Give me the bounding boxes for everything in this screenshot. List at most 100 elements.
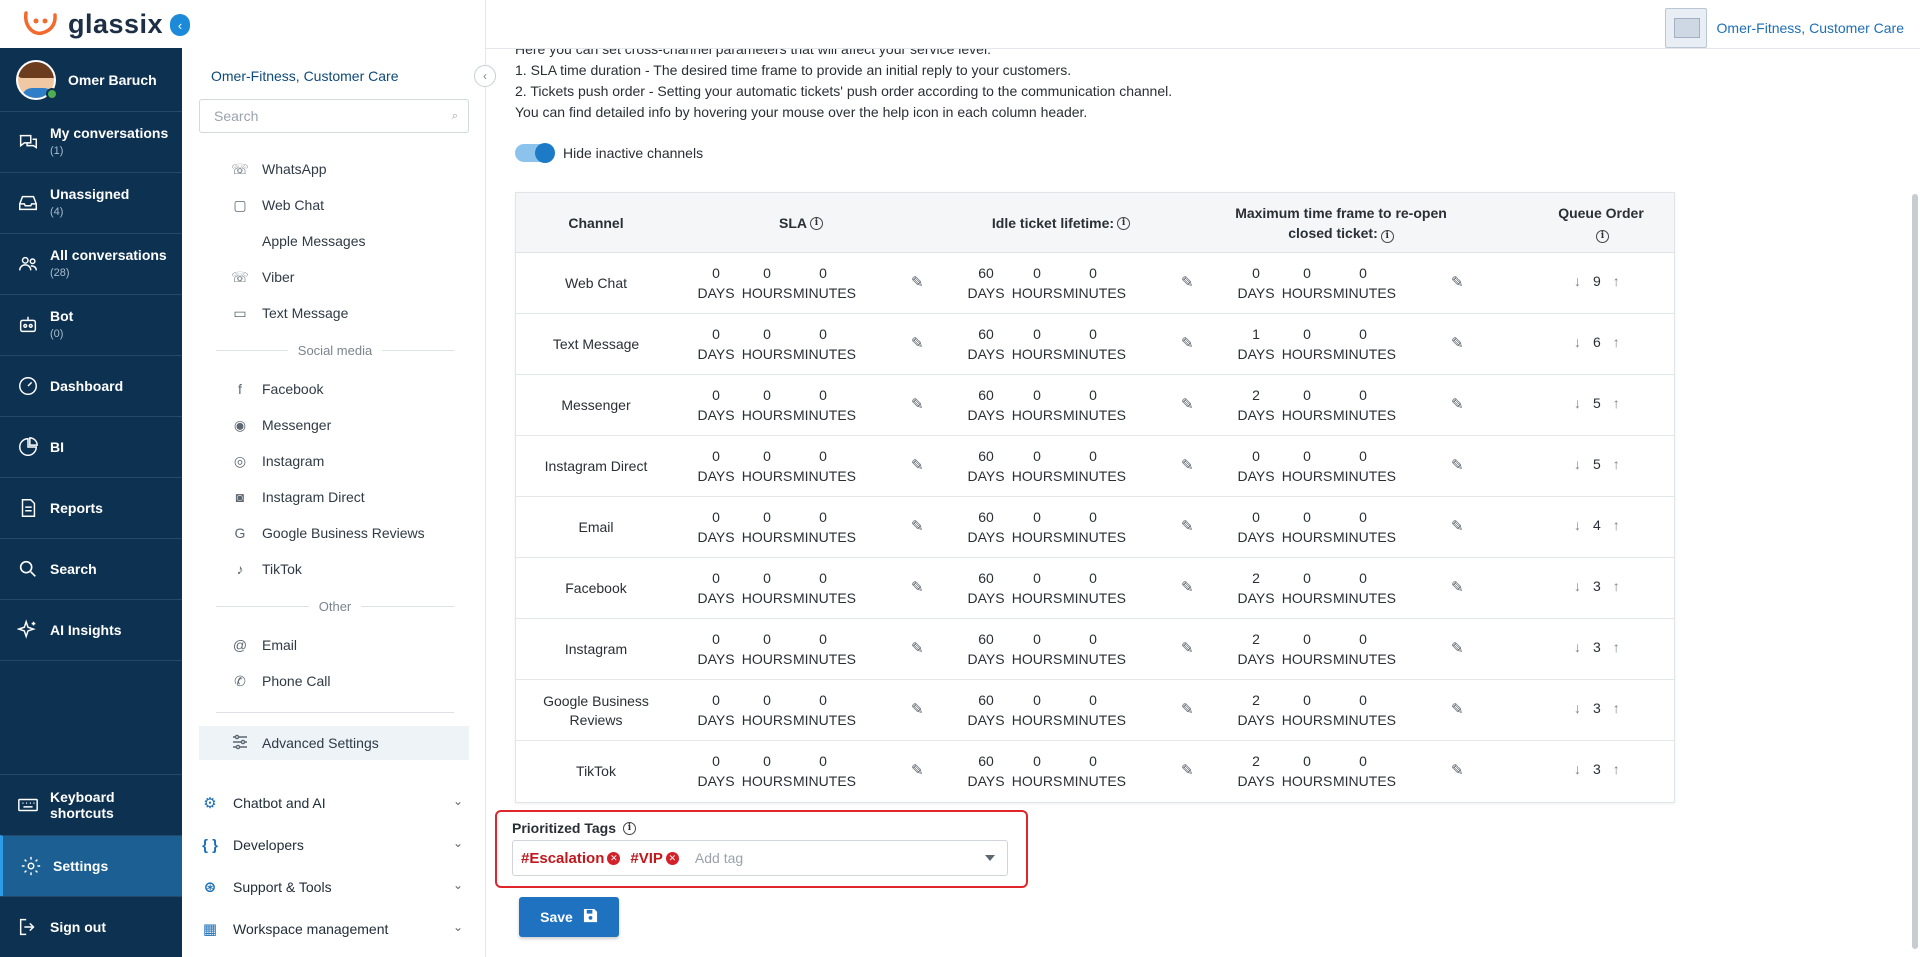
help-info-icon[interactable]: i: [1117, 216, 1131, 230]
edit-pencil-icon[interactable]: ✎: [911, 458, 927, 474]
menu-group-support-tools[interactable]: ⊛ Support & Tools ⌄: [199, 872, 469, 902]
help-info-icon[interactable]: i: [622, 821, 636, 835]
arrow-down-icon[interactable]: ↓: [1574, 761, 1581, 777]
rail-item-ai-insights[interactable]: AI Insights: [0, 600, 182, 661]
edit-pencil-icon[interactable]: ✎: [911, 336, 927, 352]
edit-pencil-icon[interactable]: ✎: [1451, 336, 1467, 352]
menu-channel-apple-messages[interactable]: Apple Messages: [232, 231, 366, 251]
edit-pencil-icon[interactable]: ✎: [1451, 397, 1467, 413]
rail-collapse-button[interactable]: ‹: [170, 14, 190, 36]
menu-channel-whatsapp[interactable]: ☏ WhatsApp: [231, 159, 326, 179]
arrow-up-icon[interactable]: ↑: [1613, 456, 1620, 472]
arrow-down-icon[interactable]: ↓: [1574, 334, 1581, 350]
menu-search-input[interactable]: Search ⌕: [199, 99, 469, 133]
edit-pencil-icon[interactable]: ✎: [1451, 519, 1467, 535]
edit-pencil-icon[interactable]: ✎: [911, 763, 927, 779]
menu-channel-messenger[interactable]: ◉ Messenger: [232, 415, 331, 435]
menu-channel-instagram[interactable]: ◎ Instagram: [232, 451, 324, 471]
rail-item-unassigned[interactable]: Unassigned (4): [0, 173, 182, 234]
arrow-up-icon[interactable]: ↑: [1613, 334, 1620, 350]
arrow-down-icon[interactable]: ↓: [1574, 273, 1581, 289]
arrow-up-icon[interactable]: ↑: [1613, 273, 1620, 289]
menu-channel-email[interactable]: @ Email: [232, 635, 297, 655]
menu-collapse-button[interactable]: ‹: [474, 65, 496, 87]
edit-pencil-icon[interactable]: ✎: [1451, 275, 1467, 291]
menu-group-chatbot-and-ai[interactable]: ⚙ Chatbot and AI ⌄: [199, 788, 469, 818]
arrow-up-icon[interactable]: ↑: [1613, 517, 1620, 533]
arrow-down-icon[interactable]: ↓: [1574, 395, 1581, 411]
remove-tag-icon[interactable]: ✕: [607, 851, 621, 865]
brand-name: glassix: [68, 8, 164, 39]
reopen-minutes-value: 0 MINUTES: [1333, 387, 1396, 423]
menu-channel-text-message[interactable]: ▭ Text Message: [232, 303, 348, 323]
arrow-up-icon[interactable]: ↑: [1613, 639, 1620, 655]
edit-pencil-icon[interactable]: ✎: [1181, 641, 1197, 657]
save-button[interactable]: Save: [519, 897, 619, 937]
arrow-down-icon[interactable]: ↓: [1574, 700, 1581, 716]
edit-pencil-icon[interactable]: ✎: [1181, 397, 1197, 413]
menu-channel-web-chat[interactable]: ▢ Web Chat: [232, 195, 324, 215]
menu-channel-viber[interactable]: ☏ Viber: [231, 267, 294, 287]
rail-item-my-conversations[interactable]: My conversations (1): [0, 112, 182, 173]
edit-pencil-icon[interactable]: ✎: [911, 702, 927, 718]
edit-pencil-icon[interactable]: ✎: [1181, 275, 1197, 291]
edit-pencil-icon[interactable]: ✎: [911, 519, 927, 535]
rail-item-bi[interactable]: BI: [0, 417, 182, 478]
sla-hours-value: 0 HOURS: [741, 509, 793, 545]
menu-channel-google-business-reviews[interactable]: G Google Business Reviews: [232, 523, 425, 543]
dropdown-caret-icon[interactable]: [985, 855, 995, 861]
menu-channel-facebook[interactable]: f Facebook: [232, 379, 323, 399]
add-tag-placeholder[interactable]: Add tag: [695, 850, 743, 866]
edit-pencil-icon[interactable]: ✎: [1451, 763, 1467, 779]
rail-item-bot[interactable]: Bot (0): [0, 295, 182, 356]
remove-tag-icon[interactable]: ✕: [665, 851, 679, 865]
rail-item-search[interactable]: Search: [0, 539, 182, 600]
edit-pencil-icon[interactable]: ✎: [1181, 702, 1197, 718]
edit-pencil-icon[interactable]: ✎: [1451, 580, 1467, 596]
edit-pencil-icon[interactable]: ✎: [911, 641, 927, 657]
menu-channel-label: Messenger: [262, 417, 332, 433]
sla-minutes-value: 0 MINUTES: [793, 448, 856, 484]
rail-item-reports[interactable]: Reports: [0, 478, 182, 539]
user-profile[interactable]: Omer Baruch: [0, 48, 182, 112]
help-info-icon[interactable]: i: [810, 216, 823, 230]
tags-input[interactable]: #Escalation ✕ #VIP ✕ Add tag: [512, 840, 1008, 876]
rail-item-settings[interactable]: Settings: [0, 835, 182, 896]
edit-pencil-icon[interactable]: ✎: [1181, 580, 1197, 596]
help-info-icon[interactable]: i: [1596, 229, 1609, 243]
arrow-up-icon[interactable]: ↑: [1613, 578, 1620, 594]
arrow-up-icon[interactable]: ↑: [1613, 700, 1620, 716]
arrow-down-icon[interactable]: ↓: [1574, 639, 1581, 655]
menu-channel-tiktok[interactable]: ♪ TikTok: [232, 559, 302, 579]
arrow-down-icon[interactable]: ↓: [1574, 578, 1581, 594]
edit-pencil-icon[interactable]: ✎: [1451, 641, 1467, 657]
edit-pencil-icon[interactable]: ✎: [911, 397, 927, 413]
edit-pencil-icon[interactable]: ✎: [1451, 458, 1467, 474]
edit-pencil-icon[interactable]: ✎: [911, 275, 927, 291]
reopen-minutes-value: 0 MINUTES: [1333, 265, 1396, 301]
menu-group-workspace-management[interactable]: ▦ Workspace management ⌄: [199, 914, 469, 944]
queue-order-control: ↓ 3 ↑: [1574, 639, 1620, 655]
edit-pencil-icon[interactable]: ✎: [1181, 336, 1197, 352]
menu-channel-instagram-direct[interactable]: ◙ Instagram Direct: [232, 487, 365, 507]
edit-pencil-icon[interactable]: ✎: [1181, 519, 1197, 535]
edit-pencil-icon[interactable]: ✎: [1181, 458, 1197, 474]
edit-pencil-icon[interactable]: ✎: [1451, 702, 1467, 718]
arrow-down-icon[interactable]: ↓: [1574, 456, 1581, 472]
hide-inactive-toggle[interactable]: [515, 143, 555, 163]
help-info-icon[interactable]: i: [1380, 229, 1394, 243]
rail-item-dashboard[interactable]: Dashboard: [0, 356, 182, 417]
arrow-up-icon[interactable]: ↑: [1613, 761, 1620, 777]
menu-group-developers[interactable]: { } Developers ⌄: [199, 830, 469, 860]
edit-pencil-icon[interactable]: ✎: [1181, 763, 1197, 779]
edit-pencil-icon[interactable]: ✎: [911, 580, 927, 596]
rail-item-sign-out[interactable]: Sign out: [0, 896, 182, 957]
account-switcher[interactable]: Omer-Fitness, Customer Care: [1664, 8, 1904, 48]
rail-item-all-conversations[interactable]: All conversations (28): [0, 234, 182, 295]
arrow-up-icon[interactable]: ↑: [1613, 395, 1620, 411]
vertical-scrollbar[interactable]: [1912, 194, 1918, 949]
menu-advanced-settings[interactable]: Advanced Settings: [199, 726, 469, 760]
arrow-down-icon[interactable]: ↓: [1574, 517, 1581, 533]
menu-channel-phone-call[interactable]: ✆ Phone Call: [232, 671, 330, 691]
rail-item-keyboard-shortcuts[interactable]: Keyboard shortcuts: [0, 774, 182, 835]
